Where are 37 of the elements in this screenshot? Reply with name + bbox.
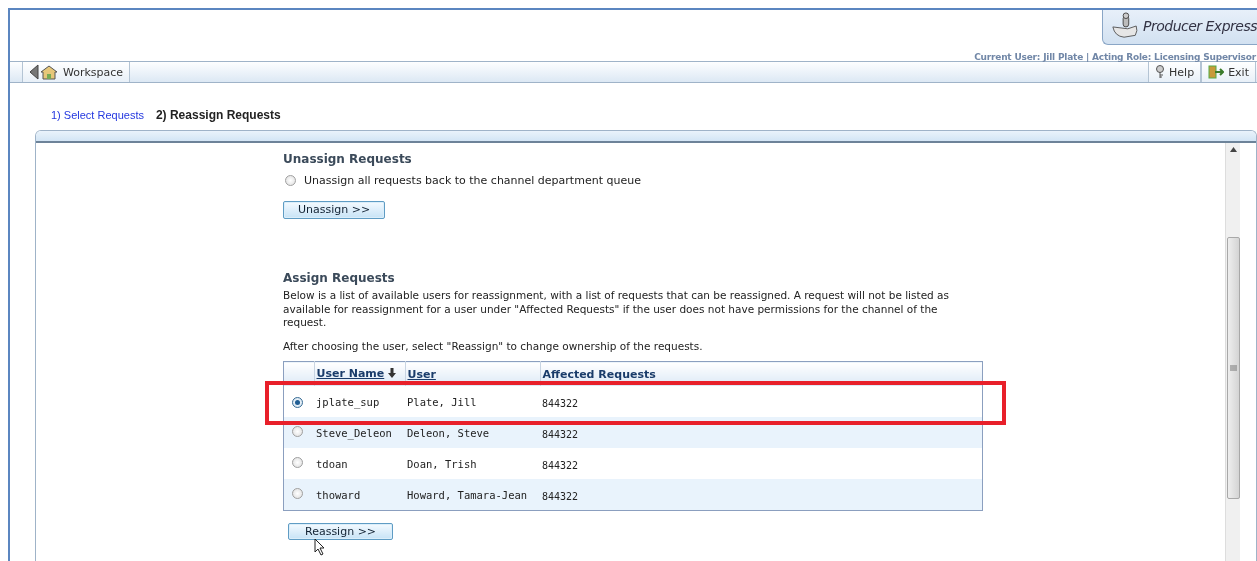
- radio-button[interactable]: [292, 457, 303, 468]
- step-link[interactable]: 1) Select Requests: [51, 109, 144, 121]
- option-label: Unassign all requests back to the channel department queue: [304, 174, 641, 187]
- product-name: Producer Express: [1143, 17, 1257, 34]
- step-link[interactable]: 2) Reassign Requests: [155, 108, 281, 122]
- table-cell: 844322: [540, 479, 983, 511]
- scrollbar-thumb[interactable]: [1227, 237, 1240, 499]
- scroll-up-arrow-icon[interactable]: [1229, 147, 1237, 152]
- tray-person-icon: [1111, 10, 1139, 41]
- key-icon: [1155, 65, 1166, 79]
- back-house-icon: [29, 64, 59, 80]
- section-heading: Assign Requests: [283, 271, 396, 285]
- table-cell: 844322: [540, 448, 983, 479]
- help-button[interactable]: Help: [1148, 62, 1202, 82]
- grip-icon: [1230, 365, 1237, 371]
- description-text: Below is a list of available users for reassignment, with a list of requests that can be reassigned. A request will not be listed as available for reassignment for a user under "Affected Requests" if the user does not have permissions for the channel of the request.: [283, 289, 950, 330]
- table-cell: thoward: [314, 479, 405, 511]
- exit-door-icon: [1208, 65, 1225, 79]
- table-cell: tdoan: [314, 448, 405, 479]
- table-cell: 844322: [540, 386, 983, 417]
- radio-button[interactable]: [292, 426, 303, 437]
- session-info: Current User: Jill Plate | Acting Role: Licensing Supervisor: [974, 52, 1256, 62]
- radio-button[interactable]: [292, 397, 303, 408]
- radio-button[interactable]: [285, 175, 296, 186]
- workspace-button[interactable]: Workspace: [22, 62, 131, 82]
- table-cell: Plate, Jill: [405, 386, 540, 417]
- unassign-button[interactable]: Unassign >>: [283, 201, 386, 219]
- section-heading: Unassign Requests: [283, 152, 413, 166]
- table-cell: Doan, Trish: [405, 448, 540, 479]
- exit-button[interactable]: Exit: [1201, 62, 1256, 82]
- instruction-text: After choosing the user, select "Reassign" to change ownership of the requests.: [283, 339, 704, 353]
- reassign-button[interactable]: Reassign >>: [288, 523, 394, 540]
- radio-button[interactable]: [292, 488, 303, 499]
- table-cell: Howard, Tamara-Jean: [405, 479, 540, 511]
- scrollbar[interactable]: [1225, 143, 1240, 561]
- table-cell: jplate_sup: [314, 386, 405, 417]
- mouse-cursor-icon: [314, 538, 326, 556]
